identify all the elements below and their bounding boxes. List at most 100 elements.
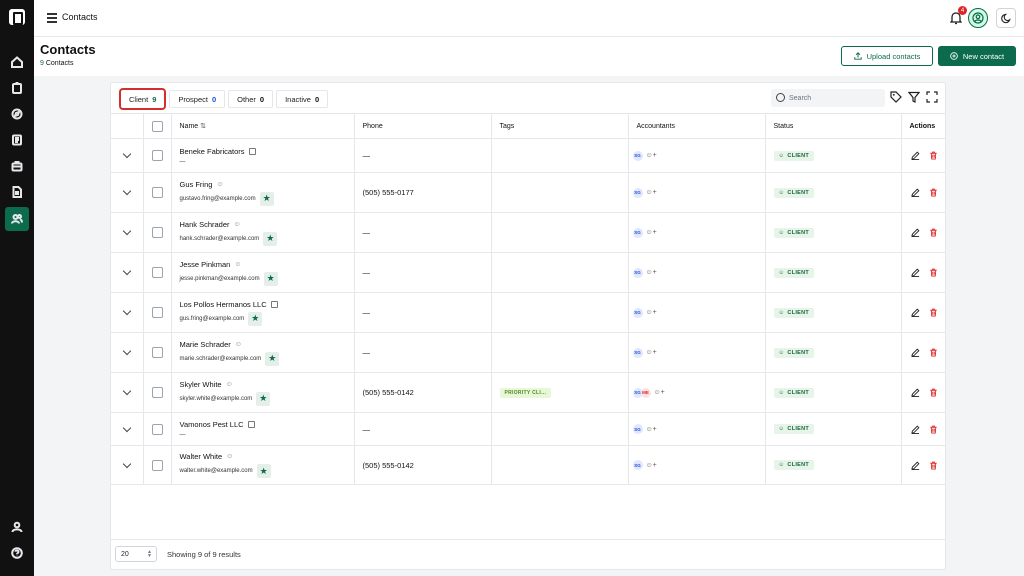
star-icon[interactable]: ★ xyxy=(256,391,271,406)
contact-name[interactable]: Jesse Pinkman xyxy=(180,260,231,269)
edit-icon[interactable] xyxy=(910,308,920,317)
trash-icon[interactable] xyxy=(929,308,938,317)
row-checkbox[interactable] xyxy=(151,150,163,161)
row-checkbox[interactable] xyxy=(151,459,163,471)
table-row[interactable]: Marie Schrader ☺ marie.schrader@example.c… xyxy=(111,332,945,373)
row-checkbox[interactable] xyxy=(151,267,163,278)
chevron-down-icon[interactable] xyxy=(122,226,132,236)
user-icon[interactable] xyxy=(5,515,29,539)
add-accountant-icon[interactable]: ☺+ xyxy=(646,349,657,356)
chevron-down-icon[interactable] xyxy=(122,186,132,196)
accountant-badge[interactable]: SG xyxy=(632,347,643,358)
accountant-badge[interactable]: SG xyxy=(632,150,643,161)
add-accountant-icon[interactable]: ☺+ xyxy=(646,426,657,433)
trash-icon[interactable] xyxy=(929,188,938,197)
table-row[interactable]: Jesse Pinkman ☺ jesse.pinkman@example.com… xyxy=(111,252,945,293)
sort-icon[interactable]: ⇅ xyxy=(200,123,206,130)
edit-icon[interactable] xyxy=(910,461,920,470)
accountant-badge[interactable]: ME xyxy=(640,387,651,398)
row-checkbox[interactable] xyxy=(151,227,163,238)
trash-icon[interactable] xyxy=(929,268,938,277)
chevron-down-icon[interactable] xyxy=(122,459,132,468)
accountant-badge[interactable]: SG xyxy=(632,307,643,318)
chevron-down-icon[interactable] xyxy=(122,266,132,276)
chevron-down-icon[interactable] xyxy=(122,149,132,159)
accountant-badge[interactable]: SG xyxy=(632,460,643,470)
tab-client[interactable]: Client 9 xyxy=(119,88,167,110)
app-logo[interactable] xyxy=(9,9,25,25)
table-row[interactable]: Hank Schrader ☺ hank.schrader@example.com… xyxy=(111,212,945,253)
table-row[interactable]: Los Pollos Hermanos LLC gus.fring@exampl… xyxy=(111,292,945,333)
trash-icon[interactable] xyxy=(929,348,938,357)
contact-name[interactable]: Beneke Fabricators xyxy=(180,147,245,156)
star-icon[interactable]: ★ xyxy=(263,271,278,286)
trash-icon[interactable] xyxy=(929,388,938,397)
add-accountant-icon[interactable]: ☺+ xyxy=(646,229,657,236)
table-row[interactable]: Gus Fring ☺ gustavo.fring@example.com ★ (5… xyxy=(111,172,945,213)
filter-icon[interactable] xyxy=(908,91,920,103)
edit-icon[interactable] xyxy=(910,151,920,160)
per-page-select[interactable]: 20 ▲ ▼ xyxy=(115,546,157,562)
trash-icon[interactable] xyxy=(929,151,938,160)
help-icon[interactable] xyxy=(5,541,29,565)
row-checkbox[interactable] xyxy=(151,423,163,435)
home-icon[interactable] xyxy=(5,50,29,74)
accountant-badge[interactable]: SG xyxy=(632,227,643,238)
contact-name[interactable]: Vamonos Pest LLC xyxy=(180,420,244,429)
chevron-down-icon[interactable] xyxy=(122,423,132,432)
contact-name[interactable]: Marie Schrader xyxy=(180,340,231,349)
search-input[interactable]: Search xyxy=(771,89,885,107)
contact-name[interactable]: Los Pollos Hermanos LLC xyxy=(180,300,267,309)
accountant-badge[interactable]: SG xyxy=(632,267,643,278)
table-row[interactable]: Skyler White ☺ skyler.white@example.com ★ … xyxy=(111,372,945,413)
menu-icon[interactable] xyxy=(47,13,57,23)
tab-inactive[interactable]: Inactive 0 xyxy=(276,90,329,108)
compass-icon[interactable] xyxy=(5,102,29,126)
table-row[interactable]: Vamonos Pest LLC — — SG ☺+ ☺ CLIENT xyxy=(111,412,945,446)
select-all-checkbox[interactable] xyxy=(151,120,163,132)
star-icon[interactable]: ★ xyxy=(265,351,280,366)
star-icon[interactable]: ★ xyxy=(256,464,271,478)
contacts-icon[interactable] xyxy=(5,207,29,231)
contact-name[interactable]: Skyler White xyxy=(180,380,222,389)
trash-icon[interactable] xyxy=(929,425,938,434)
table-row[interactable]: Walter White ☺ walter.white@example.com ★ … xyxy=(111,445,945,485)
edit-icon[interactable] xyxy=(910,425,920,434)
add-accountant-icon[interactable]: ☺+ xyxy=(646,462,657,469)
tag-icon[interactable] xyxy=(890,91,902,103)
add-accountant-icon[interactable]: ☺+ xyxy=(646,309,657,316)
contact-name[interactable]: Hank Schrader xyxy=(180,220,230,229)
tag-pill[interactable]: PRIORITY CLI... xyxy=(499,387,552,398)
add-accountant-icon[interactable]: ☺+ xyxy=(646,189,657,196)
row-checkbox[interactable] xyxy=(151,347,163,358)
accountant-badge[interactable]: SG xyxy=(632,187,643,198)
edit-icon[interactable] xyxy=(910,228,920,237)
star-icon[interactable]: ★ xyxy=(263,231,278,246)
chevron-down-icon[interactable] xyxy=(122,306,132,316)
edit-icon[interactable] xyxy=(910,388,920,397)
chevron-down-icon[interactable] xyxy=(122,386,132,396)
contact-name[interactable]: Walter White xyxy=(180,452,223,461)
upload-contacts-button[interactable]: Upload contacts xyxy=(841,46,933,66)
clipboard-icon[interactable] xyxy=(5,76,29,100)
briefcase-icon[interactable] xyxy=(5,154,29,178)
edit-icon[interactable] xyxy=(910,268,920,277)
trash-icon[interactable] xyxy=(929,461,938,470)
new-contact-button[interactable]: New contact xyxy=(938,46,1016,66)
ledger-icon[interactable] xyxy=(5,128,29,152)
row-checkbox[interactable] xyxy=(151,187,163,198)
name-column-header[interactable]: Name ⇅ xyxy=(171,113,355,139)
contact-name[interactable]: Gus Fring xyxy=(180,180,213,189)
row-checkbox[interactable] xyxy=(151,307,163,318)
row-checkbox[interactable] xyxy=(151,387,163,398)
add-accountant-icon[interactable]: ☺+ xyxy=(646,269,657,276)
add-accountant-icon[interactable]: ☺+ xyxy=(654,389,665,396)
edit-icon[interactable] xyxy=(910,188,920,197)
accountant-badge[interactable]: SG xyxy=(632,424,643,434)
theme-toggle-button[interactable] xyxy=(996,8,1016,28)
edit-icon[interactable] xyxy=(910,348,920,357)
add-accountant-icon[interactable]: ☺+ xyxy=(646,152,657,159)
star-icon[interactable]: ★ xyxy=(248,311,263,326)
document-icon[interactable] xyxy=(5,180,29,204)
trash-icon[interactable] xyxy=(929,228,938,237)
